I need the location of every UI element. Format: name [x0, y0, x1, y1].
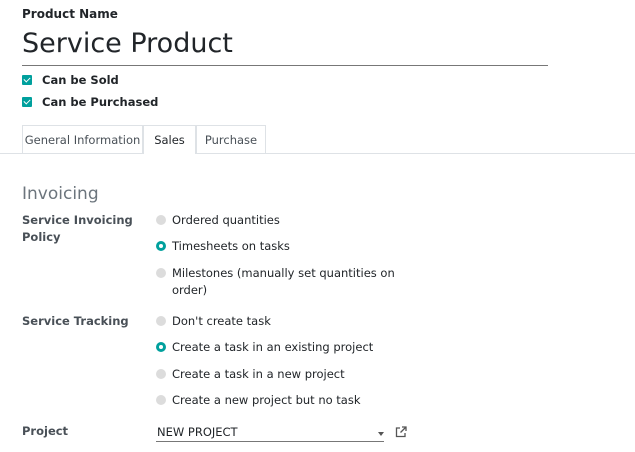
radio-icon[interactable]	[156, 215, 166, 225]
project-select-value: NEW PROJECT	[157, 425, 238, 439]
external-link-icon[interactable]	[394, 425, 408, 439]
policy-option-ordered-quantities[interactable]: Ordered quantities	[156, 212, 280, 229]
can-be-purchased-label: Can be Purchased	[42, 95, 159, 109]
can-be-purchased-checkbox-icon[interactable]	[22, 97, 32, 107]
radio-icon[interactable]	[156, 395, 166, 405]
product-name-label: Product Name	[22, 7, 118, 21]
tracking-option-new-project-no-task[interactable]: Create a new project but no task	[156, 392, 361, 409]
dropdown-caret-icon[interactable]	[378, 432, 384, 436]
tab-general-information[interactable]: General Information	[22, 125, 143, 153]
tracking-option-dont-create[interactable]: Don't create task	[156, 313, 271, 330]
policy-option-timesheets[interactable]: Timesheets on tasks	[156, 238, 290, 255]
radio-icon[interactable]	[156, 316, 166, 326]
policy-option-milestones[interactable]: Milestones (manually set quantities on o…	[156, 265, 395, 299]
service-tracking-label: Service Tracking	[22, 314, 129, 328]
service-invoicing-policy-label: Service Invoicing Policy	[22, 213, 133, 244]
radio-selected-icon[interactable]	[156, 342, 166, 352]
can-be-purchased-row[interactable]: Can be Purchased	[22, 95, 158, 109]
invoicing-section-title: Invoicing	[22, 184, 99, 204]
product-name-input[interactable]: Service Product	[22, 28, 233, 59]
product-name-underline	[22, 65, 548, 66]
radio-icon[interactable]	[156, 268, 166, 278]
can-be-sold-label: Can be Sold	[42, 73, 119, 87]
tab-sales[interactable]: Sales	[143, 125, 196, 154]
radio-selected-icon[interactable]	[156, 241, 166, 251]
can-be-sold-checkbox-icon[interactable]	[22, 75, 32, 85]
tracking-option-existing-project[interactable]: Create a task in an existing project	[156, 339, 373, 356]
radio-icon[interactable]	[156, 369, 166, 379]
tracking-option-new-project-task[interactable]: Create a task in a new project	[156, 366, 345, 383]
tab-purchase[interactable]: Purchase	[196, 125, 266, 153]
tabs-baseline	[0, 153, 635, 154]
can-be-sold-row[interactable]: Can be Sold	[22, 73, 119, 87]
project-label: Project	[22, 424, 69, 438]
project-select[interactable]: NEW PROJECT	[156, 424, 384, 442]
